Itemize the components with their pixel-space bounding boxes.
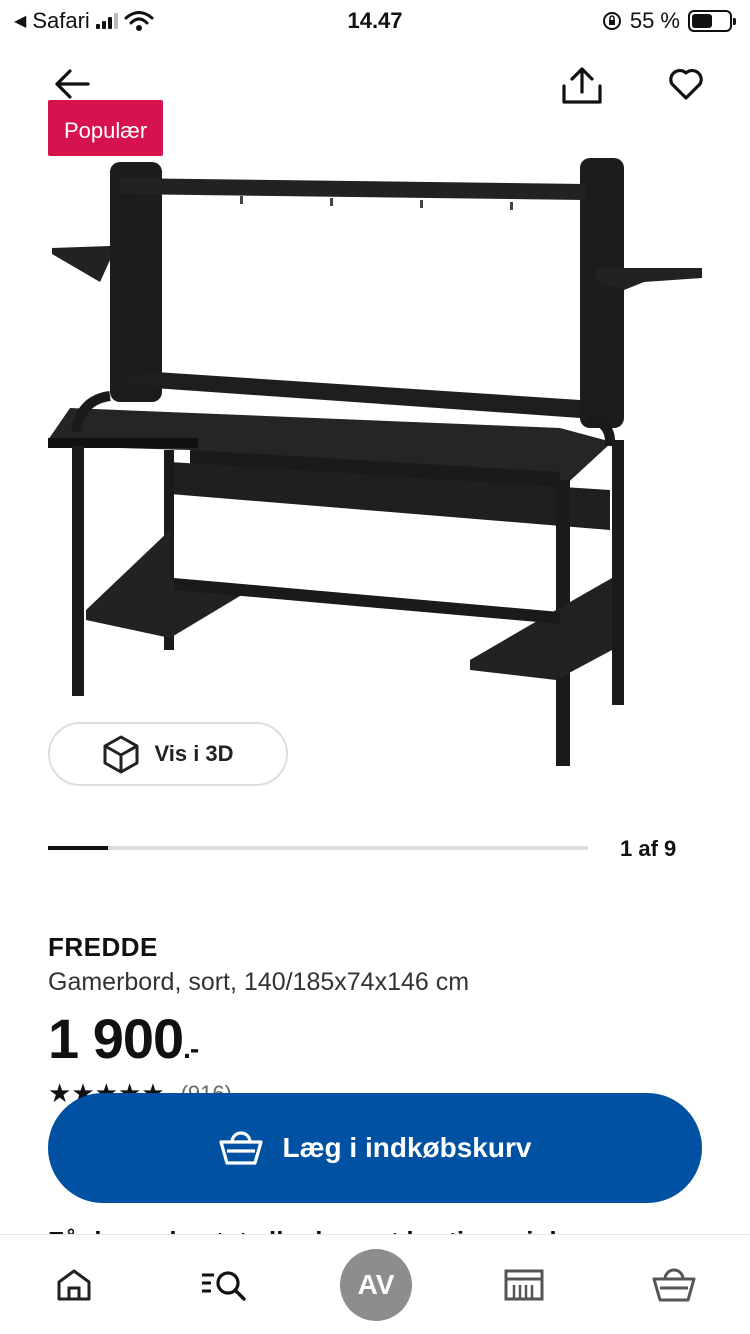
orientation-lock-icon	[602, 12, 621, 30]
bottom-tab-bar: AV	[0, 1234, 750, 1334]
battery-icon	[688, 10, 736, 32]
share-button[interactable]	[554, 58, 610, 114]
price-suffix: .-	[183, 1033, 199, 1064]
image-pager-progress	[48, 846, 108, 850]
product-image[interactable]	[40, 150, 710, 770]
view-3d-label: Vis i 3D	[154, 741, 234, 766]
search-list-icon	[202, 1271, 246, 1301]
view-3d-button[interactable]: Vis i 3D	[48, 722, 288, 786]
tab-profile[interactable]: AV	[336, 1247, 416, 1323]
favorite-button[interactable]	[658, 56, 714, 112]
status-bar: ◀ Safari 14.47 55 %	[0, 0, 750, 44]
image-pager-count: 1 af 9	[620, 836, 677, 861]
share-icon	[562, 67, 602, 104]
image-pager-track[interactable]	[48, 846, 588, 850]
add-to-cart-label: Læg i indkøbskurv	[282, 1132, 532, 1163]
basket-icon	[652, 1268, 696, 1302]
cube-icon	[103, 735, 139, 774]
tab-search[interactable]	[184, 1247, 264, 1323]
avatar: AV	[340, 1249, 412, 1321]
add-to-cart-button[interactable]: Læg i indkøbskurv	[48, 1093, 702, 1203]
basket-icon	[218, 1131, 263, 1165]
product-price: 1 900.-	[48, 1006, 199, 1071]
product-name: FREDDE	[48, 932, 158, 962]
tab-home[interactable]	[34, 1247, 114, 1323]
tab-store[interactable]	[484, 1247, 564, 1323]
home-icon	[57, 1269, 91, 1301]
battery-level	[692, 14, 712, 28]
product-description: Gamerbord, sort, 140/185x74x146 cm	[48, 968, 470, 996]
store-icon	[504, 1269, 544, 1301]
heart-icon	[669, 68, 703, 100]
price-value: 1 900	[48, 1007, 184, 1070]
popular-badge: Populær	[48, 100, 164, 156]
arrow-left-icon	[55, 69, 90, 99]
battery-percent: 55 %	[629, 8, 680, 33]
tab-cart[interactable]	[634, 1247, 714, 1323]
star-icon: ★	[48, 1078, 72, 1108]
